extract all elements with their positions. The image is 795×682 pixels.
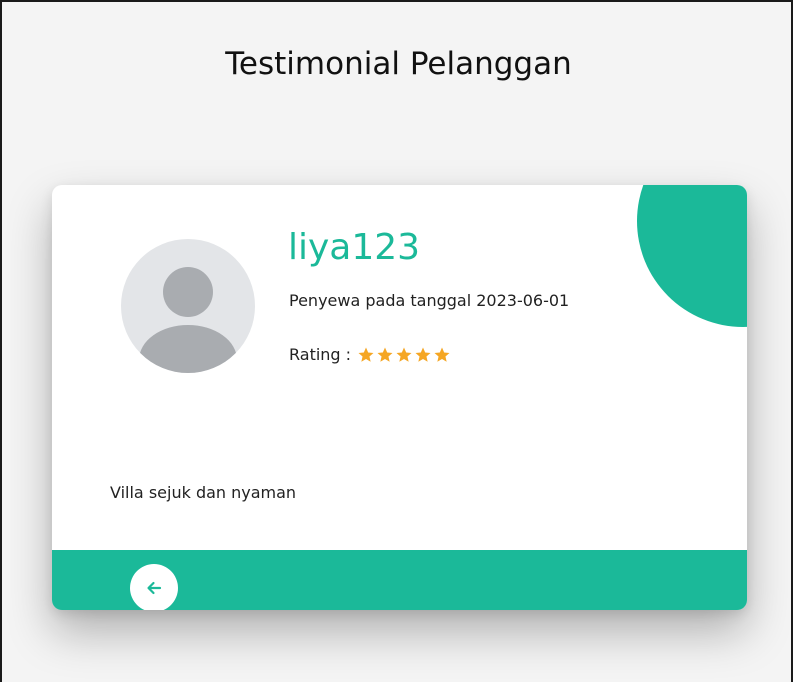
avatar-icon [121,239,255,373]
username: liya123 [288,227,421,268]
avatar-body [139,325,237,373]
star-icon [396,347,412,362]
page-frame: Testimonial Pelanggan liya123 Penyewa pa… [0,0,793,682]
star-icon [415,347,431,362]
star-icon [434,347,450,362]
star-icon [377,347,393,362]
corner-decoration [637,185,747,327]
arrow-left-icon [147,581,162,595]
star-icon [358,347,374,362]
back-button[interactable] [130,564,178,610]
rating-label: Rating : [289,345,352,364]
review-text: Villa sejuk dan nyaman [110,483,297,502]
page-title: Testimonial Pelanggan [225,46,572,82]
rating-row: Rating : [289,345,452,364]
card-footer [52,550,747,610]
testimonial-card: liya123 Penyewa pada tanggal 2023-06-01 … [52,185,747,610]
rating-stars [357,346,452,364]
avatar-head [163,267,213,317]
tenant-date: Penyewa pada tanggal 2023-06-01 [289,291,570,310]
